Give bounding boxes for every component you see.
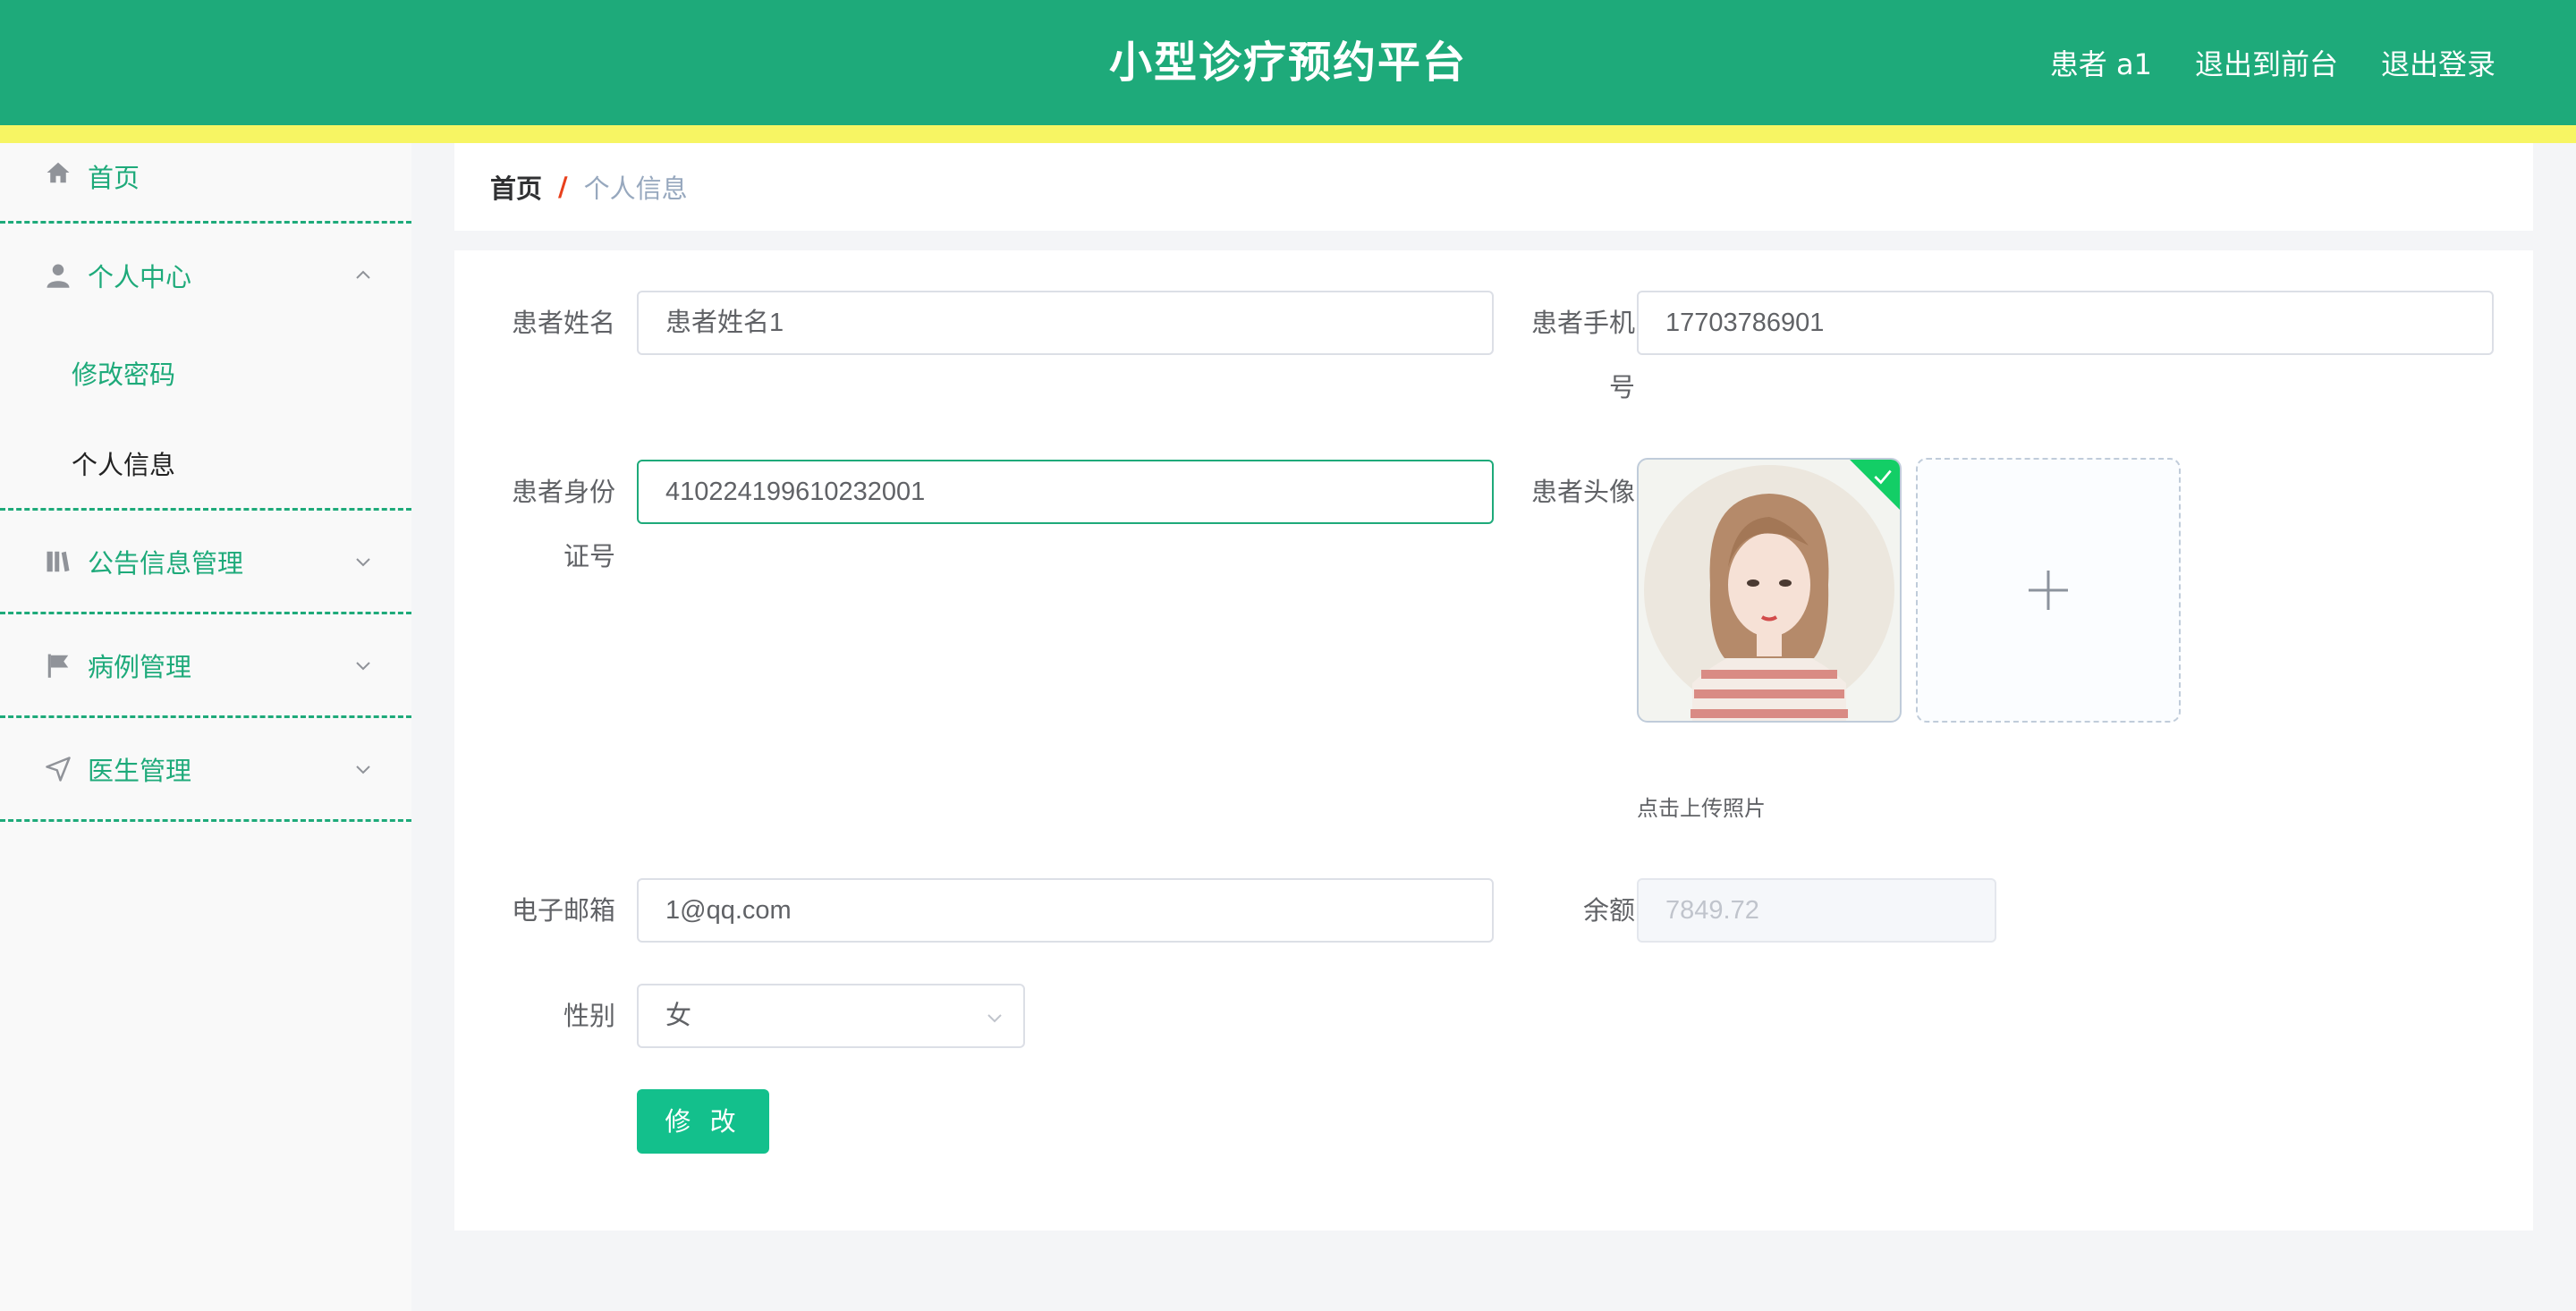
navigation-arrow-icon xyxy=(43,754,73,784)
sidebar-item-label: 首页 xyxy=(88,163,140,193)
chevron-down-icon xyxy=(356,557,370,566)
balance-field: 7849.72 xyxy=(1637,878,1996,943)
email-label: 电子邮箱 xyxy=(511,895,615,926)
sidebar-item-label: 公告信息管理 xyxy=(88,547,244,579)
user-icon xyxy=(43,260,73,291)
back-to-front-link[interactable]: 退出到前台 xyxy=(2195,42,2338,83)
chevron-down-icon xyxy=(987,1014,1002,1023)
avatar-preview[interactable] xyxy=(1637,458,1902,723)
email-field[interactable]: 1@qq.com xyxy=(637,878,1494,943)
books-icon xyxy=(43,546,73,577)
breadcrumb: 首页 / 个人信息 xyxy=(454,143,2533,231)
sidebar-item-home[interactable]: 首页 xyxy=(0,143,411,224)
chevron-down-icon xyxy=(356,765,370,774)
header-accent-strip xyxy=(0,125,2576,143)
name-field[interactable]: 患者姓名1 xyxy=(637,291,1494,355)
profile-form: 患者姓名 患者姓名1 患者手机 号 17703786901 患者身份 证号 41… xyxy=(454,250,2533,1231)
sidebar-item-label: 医生管理 xyxy=(88,755,192,786)
id-number-label-continued: 证号 xyxy=(563,541,615,571)
plus-icon xyxy=(2029,571,2068,610)
sidebar-item-change-password[interactable]: 修改密码 xyxy=(0,327,411,418)
home-icon xyxy=(43,157,73,188)
gender-selected-value: 女 xyxy=(665,1002,692,1030)
id-number-label: 患者身份 xyxy=(511,477,615,507)
phone-label-continued: 号 xyxy=(1608,372,1635,402)
avatar-label: 患者头像 xyxy=(1530,477,1635,507)
phone-field[interactable]: 17703786901 xyxy=(1637,291,2494,355)
sidebar-item-notice-management[interactable]: 公告信息管理 xyxy=(0,511,411,614)
current-user: 患者 a1 xyxy=(2049,47,2152,81)
sidebar-item-case-management[interactable]: 病例管理 xyxy=(0,614,411,718)
avatar-upload-button[interactable] xyxy=(1916,458,2181,723)
id-number-field[interactable]: 410224199610232001 xyxy=(637,460,1494,524)
flag-icon xyxy=(43,650,73,681)
checkmark-icon xyxy=(1874,469,1892,485)
upload-tip: 点击上传照片 xyxy=(1637,796,1766,821)
breadcrumb-separator: / xyxy=(558,172,568,202)
sidebar-item-doctor-management[interactable]: 医生管理 xyxy=(0,718,411,822)
save-button[interactable]: 修 改 xyxy=(637,1089,769,1154)
avatar-image xyxy=(1644,465,1894,721)
sidebar: 首页 个人中心 修改密码 个人信息 公告信息管理 病例管理 医生管理 xyxy=(0,143,411,1311)
sidebar-item-label: 病例管理 xyxy=(88,651,192,682)
top-header: 小型诊疗预约平台 患者 a1 退出到前台 退出登录 xyxy=(0,0,2576,125)
gender-label: 性别 xyxy=(563,1001,615,1031)
chevron-down-icon xyxy=(356,661,370,670)
sidebar-item-personal-center[interactable]: 个人中心 xyxy=(0,224,411,327)
breadcrumb-home[interactable]: 首页 xyxy=(490,168,542,206)
balance-label: 余额 xyxy=(1582,895,1635,926)
sidebar-item-personal-info[interactable]: 个人信息 xyxy=(0,418,411,508)
breadcrumb-current: 个人信息 xyxy=(583,173,688,204)
name-label: 患者姓名 xyxy=(511,308,615,338)
sidebar-item-label: 个人中心 xyxy=(88,262,192,292)
chevron-up-icon xyxy=(356,270,370,279)
phone-label: 患者手机 xyxy=(1530,308,1635,338)
gender-select[interactable]: 女 xyxy=(637,984,1025,1048)
header-actions: 患者 a1 退出到前台 退出登录 xyxy=(2050,0,2496,125)
personal-center-submenu: 修改密码 个人信息 xyxy=(0,327,411,511)
logout-link[interactable]: 退出登录 xyxy=(2381,42,2496,83)
